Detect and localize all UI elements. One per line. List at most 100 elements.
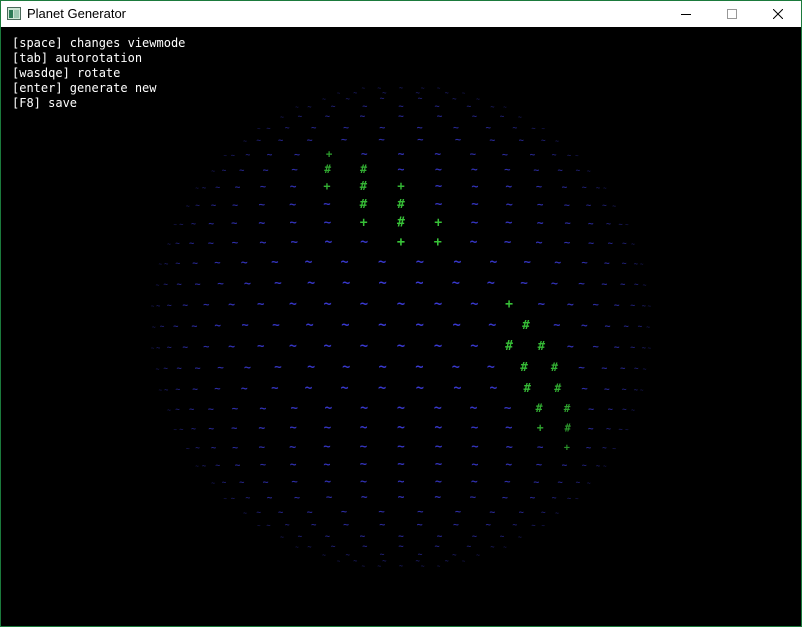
planet-glyph-water: ~ <box>295 105 299 111</box>
planet-glyph-water: ~ <box>341 380 349 396</box>
planet-glyph-water: ~ <box>298 532 303 541</box>
title-bar[interactable]: Planet Generator <box>1 1 801 27</box>
planet-glyph-water: ~ <box>470 296 478 312</box>
planet-glyph-water: ~ <box>638 322 643 331</box>
planet-glyph-water: ~ <box>553 318 560 332</box>
planet-glyph-water: ~ <box>634 364 639 373</box>
planet-glyph-water: ~ <box>186 202 190 210</box>
planet-glyph-water: ~ <box>471 457 478 471</box>
planet-glyph-water: ~ <box>202 462 206 470</box>
planet-glyph-water: ~ <box>208 404 214 415</box>
planet-glyph-water: ~ <box>604 384 610 395</box>
planet-glyph-water: ~ <box>164 386 168 394</box>
planet-glyph-water: ~ <box>241 318 248 332</box>
planet-glyph-water: ~ <box>435 542 440 552</box>
planet-glyph-water: ~ <box>470 338 478 354</box>
help-text: [space] changes viewmode [tab] autorotat… <box>12 36 185 111</box>
planet-glyph-water: ~ <box>398 147 405 161</box>
planet-glyph-water: ~ <box>523 254 530 269</box>
planet-glyph-water: ~ <box>167 300 172 310</box>
planet-glyph-water: ~ <box>605 321 611 332</box>
planet-glyph-water: ~ <box>278 136 283 146</box>
planet-glyph-water: ~ <box>177 280 182 290</box>
planet-glyph-water: ~ <box>421 84 425 92</box>
planet-glyph-water: ~ <box>505 421 512 435</box>
planet-glyph-water: ~ <box>342 359 350 375</box>
planet-glyph-land: # <box>565 423 572 435</box>
render-viewport[interactable]: ~ ~ ~ ~ ~ ~ ~ ~ ~ ~ ~ ~ ~ ~ ~ ~ ~ ~ ~ ~ ~ ~ ~ ~ ~ ~ ~ ~ ~ ~ ~ ~ ~ ~ ~ ~ ~ ~ ~ ~… <box>1 27 801 626</box>
planet-glyph-water: ~ <box>331 542 336 551</box>
planet-glyph-shore: + <box>360 216 368 231</box>
planet-glyph-land: # <box>360 162 368 176</box>
planet-glyph-water: ~ <box>486 123 492 133</box>
planet-glyph-water: ~ <box>291 234 299 249</box>
planet-glyph-water: ~ <box>214 383 220 395</box>
planet-glyph-water: ~ <box>536 181 542 193</box>
planet-glyph-water: ~ <box>415 275 423 291</box>
planet-glyph-water: ~ <box>622 384 627 394</box>
planet-glyph-water: ~ <box>397 338 405 354</box>
planet-glyph-water: ~ <box>578 361 585 374</box>
planet-glyph-water: ~ <box>452 359 460 375</box>
planet-glyph-water: ~ <box>581 383 587 395</box>
help-line-save: [F8] save <box>12 96 78 110</box>
planet-glyph-water: ~ <box>307 360 315 375</box>
planet-glyph-water: ~ <box>257 296 264 311</box>
planet-glyph-water: ~ <box>453 380 461 396</box>
planet-glyph-water: ~ <box>622 405 627 414</box>
planet-glyph-water: ~ <box>159 388 163 394</box>
minimize-button[interactable] <box>663 1 709 27</box>
planet-glyph-water: ~ <box>173 223 177 229</box>
planet-glyph-water: ~ <box>435 179 442 193</box>
planet-glyph-water: ~ <box>631 407 635 414</box>
planet-glyph-water: ~ <box>596 184 600 192</box>
planet-glyph-water: ~ <box>163 364 168 373</box>
planet-glyph-water: ~ <box>471 439 478 453</box>
planet-glyph-water: ~ <box>648 346 652 352</box>
planet-glyph-water: ~ <box>192 384 198 395</box>
planet-glyph-water: ~ <box>504 234 512 249</box>
close-button[interactable] <box>755 1 801 27</box>
planet-glyph-water: ~ <box>551 276 558 290</box>
planet-glyph-water: ~ <box>195 363 201 374</box>
planet-glyph-water: ~ <box>434 491 441 504</box>
planet-glyph-water: ~ <box>323 197 330 211</box>
planet-glyph-water: ~ <box>452 550 457 559</box>
minimize-icon <box>681 14 691 15</box>
planet-glyph-water: ~ <box>567 495 571 503</box>
planet-glyph-water: ~ <box>266 522 270 530</box>
planet-glyph-water: ~ <box>622 258 627 268</box>
planet-glyph-water: ~ <box>173 428 177 434</box>
planet-glyph-water: ~ <box>558 166 563 176</box>
planet-glyph-water: ~ <box>191 219 196 229</box>
app-icon <box>7 7 21 20</box>
planet-glyph-water: ~ <box>452 317 460 333</box>
planet-glyph-water: ~ <box>502 493 508 504</box>
planet-glyph-water: ~ <box>614 300 620 311</box>
planet-glyph-water: ~ <box>531 522 535 530</box>
planet-glyph-water: ~ <box>581 319 588 332</box>
planet-glyph-water: ~ <box>361 148 368 161</box>
planet-glyph-water: ~ <box>342 275 350 291</box>
maximize-button[interactable] <box>709 1 755 27</box>
planet-glyph-water: ~ <box>612 444 616 452</box>
planet-glyph-water: ~ <box>470 148 477 161</box>
app-window: Planet Generator ~ ~ ~ ~ ~ ~ ~ ~ ~ ~ ~ ~ ~ ~ ~ ~ ~ ~ ~ ~ ~ ~ ~… <box>0 0 802 627</box>
planet-glyph-shore: + <box>564 442 570 453</box>
planet-glyph-water: ~ <box>489 381 497 396</box>
planet-glyph-water: ~ <box>518 533 522 541</box>
planet-glyph-shore: + <box>537 421 544 435</box>
planet-glyph-water: ~ <box>173 322 178 332</box>
planet-glyph-water: ~ <box>324 420 332 435</box>
planet-glyph-water: ~ <box>152 324 156 331</box>
planet-glyph-water: ~ <box>445 89 449 97</box>
planet-glyph-water: ~ <box>156 366 160 373</box>
planet-glyph-water: ~ <box>631 241 635 248</box>
planet-glyph-water: ~ <box>582 460 587 470</box>
planet-glyph-water: ~ <box>567 152 571 160</box>
planet-glyph-water: ~ <box>472 112 477 122</box>
planet-glyph-water: ~ <box>337 91 341 97</box>
planet-glyph-water: ~ <box>325 112 330 122</box>
planet-glyph-water: ~ <box>530 493 536 504</box>
planet-sphere: ~ ~ ~ ~ ~ ~ ~ ~ ~ ~ ~ ~ ~ ~ ~ ~ ~ ~ ~ ~ ~ ~ ~ ~ ~ ~ ~ ~ ~ ~ ~ ~ ~ ~ ~ ~ ~ ~ ~ ~… <box>151 84 652 570</box>
